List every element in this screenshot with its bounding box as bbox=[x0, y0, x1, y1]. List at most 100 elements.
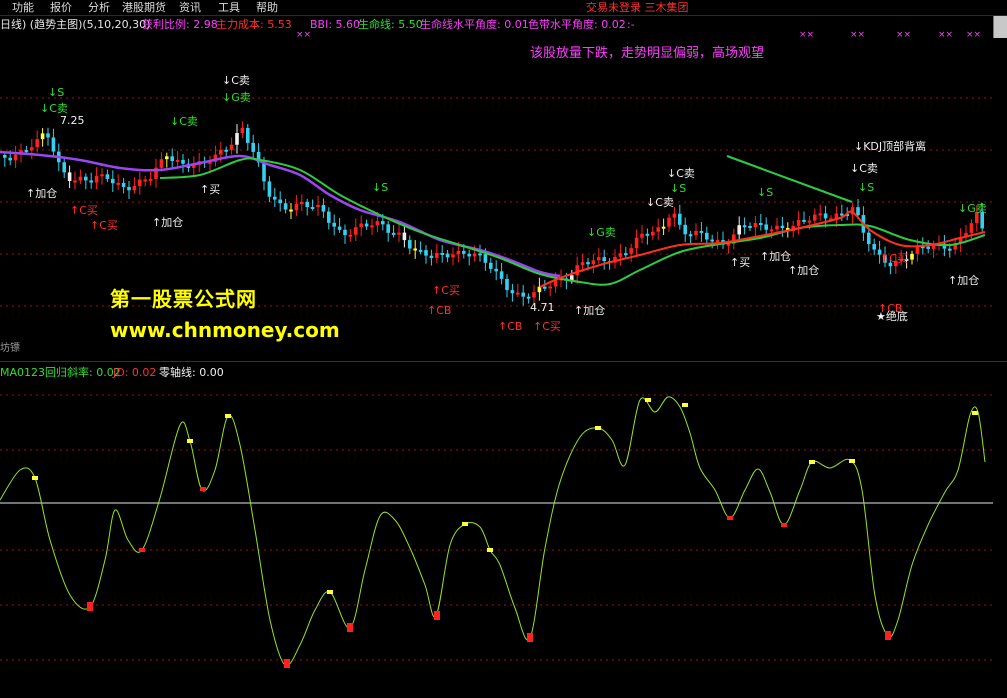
signal-label: ↓C卖 bbox=[646, 196, 674, 209]
side-panel-toggle[interactable] bbox=[993, 16, 1007, 38]
oscillator-marker bbox=[187, 439, 193, 443]
candle-body bbox=[586, 262, 590, 265]
candle-body bbox=[867, 232, 871, 245]
candle-body bbox=[548, 286, 552, 289]
signal-label: ↑加仓 bbox=[788, 263, 819, 277]
candle-body bbox=[526, 296, 531, 299]
candle-body bbox=[715, 240, 720, 243]
signal-label: ↓KDJ顶部背离 bbox=[854, 139, 926, 153]
candle-body bbox=[51, 137, 56, 152]
candle-body bbox=[462, 250, 466, 254]
candle-body bbox=[283, 203, 288, 210]
oscillator-chart[interactable] bbox=[0, 362, 993, 698]
signal-label: ↑加仓 bbox=[760, 249, 791, 263]
candle-body bbox=[273, 196, 277, 200]
signal-label: ↓S bbox=[48, 86, 64, 99]
menu-function[interactable]: 功能 bbox=[12, 0, 34, 15]
candle-body bbox=[310, 206, 315, 209]
oscillator-marker bbox=[139, 548, 145, 552]
candle-body bbox=[229, 144, 234, 150]
signal-label: ↑加仓 bbox=[948, 273, 979, 287]
signal-label: 4.71 bbox=[530, 301, 555, 314]
candle-body bbox=[13, 154, 18, 161]
menu-quote[interactable]: 报价 bbox=[50, 0, 72, 15]
signal-label: ↑C买 bbox=[432, 284, 460, 297]
candle-body bbox=[926, 246, 930, 249]
candle-body bbox=[240, 127, 245, 134]
candle-body bbox=[121, 182, 126, 187]
signal-label: ↑加仓 bbox=[26, 186, 57, 200]
signal-label: ↓S bbox=[757, 186, 773, 199]
candle-body bbox=[759, 223, 763, 226]
oscillator-markers bbox=[32, 398, 978, 668]
candle-body bbox=[483, 254, 488, 263]
candle-body bbox=[219, 149, 223, 155]
oscillator-marker bbox=[347, 623, 353, 632]
candle-body bbox=[710, 239, 714, 242]
candle-body bbox=[818, 213, 822, 216]
candle-body bbox=[948, 248, 952, 251]
candle-body bbox=[381, 221, 385, 225]
menu-news[interactable]: 资讯 bbox=[179, 0, 201, 15]
menu-hk-futures[interactable]: 港股期货 bbox=[122, 0, 166, 15]
candle-body bbox=[737, 225, 741, 235]
menu-tools[interactable]: 工具 bbox=[218, 0, 240, 15]
candle-body bbox=[3, 155, 7, 158]
candle-body bbox=[170, 156, 174, 162]
candle-body bbox=[543, 286, 547, 289]
candle-body bbox=[343, 229, 347, 236]
candle-body bbox=[424, 250, 428, 256]
candle-body bbox=[105, 174, 110, 179]
candle-body bbox=[489, 262, 493, 269]
candle-body bbox=[35, 139, 39, 148]
candle-body bbox=[435, 252, 439, 258]
window-title-status: 交易未登录 三木集团 bbox=[586, 1, 689, 14]
candle-body bbox=[796, 219, 801, 226]
candle-body bbox=[413, 248, 417, 251]
oscillator-marker bbox=[885, 631, 891, 640]
menu-help[interactable]: 帮助 bbox=[256, 0, 278, 15]
candle-body bbox=[834, 213, 839, 219]
candle-body bbox=[30, 147, 34, 151]
candle-body bbox=[645, 233, 650, 236]
signal-label: ↓S bbox=[372, 181, 388, 194]
candle-body bbox=[510, 290, 515, 294]
candle-body bbox=[521, 292, 525, 297]
candle-body bbox=[391, 232, 396, 235]
signal-label: ↑CB bbox=[427, 304, 451, 317]
candle-body bbox=[262, 162, 266, 182]
candle-body bbox=[445, 253, 450, 258]
signal-label: ↓C卖 bbox=[667, 167, 695, 180]
candle-body bbox=[24, 150, 29, 153]
oscillator-marker bbox=[200, 487, 206, 491]
candle-body bbox=[354, 227, 358, 235]
candle-body bbox=[597, 257, 601, 261]
candle-body bbox=[672, 213, 677, 218]
signal-label: ↑C买 bbox=[90, 219, 118, 232]
candle-body bbox=[780, 225, 785, 229]
oscillator-marker bbox=[682, 403, 688, 407]
candle-body bbox=[629, 248, 633, 254]
candle-body bbox=[332, 222, 336, 227]
candle-body bbox=[694, 230, 698, 236]
candle-body bbox=[478, 253, 482, 256]
candle-body bbox=[802, 219, 806, 222]
candle-body bbox=[246, 127, 250, 143]
oscillator-marker bbox=[972, 411, 978, 415]
oscillator-line bbox=[0, 396, 986, 667]
candle-body bbox=[467, 253, 471, 257]
candle-body bbox=[100, 174, 104, 177]
candle-body bbox=[429, 255, 434, 258]
candle-body bbox=[683, 224, 687, 235]
signal-label: ↑加仓 bbox=[152, 215, 183, 229]
signal-label: ↑加仓 bbox=[574, 303, 605, 317]
oscillator-marker bbox=[781, 523, 787, 527]
menu-analysis[interactable]: 分析 bbox=[88, 0, 110, 15]
candle-body bbox=[575, 265, 579, 276]
oscillator-marker bbox=[527, 633, 533, 642]
oscillator-marker bbox=[595, 426, 601, 430]
watermark-url: www.chnmoney.com bbox=[110, 318, 340, 342]
candle-body bbox=[138, 179, 142, 187]
candle-body bbox=[143, 179, 147, 182]
candle-body bbox=[872, 244, 876, 250]
